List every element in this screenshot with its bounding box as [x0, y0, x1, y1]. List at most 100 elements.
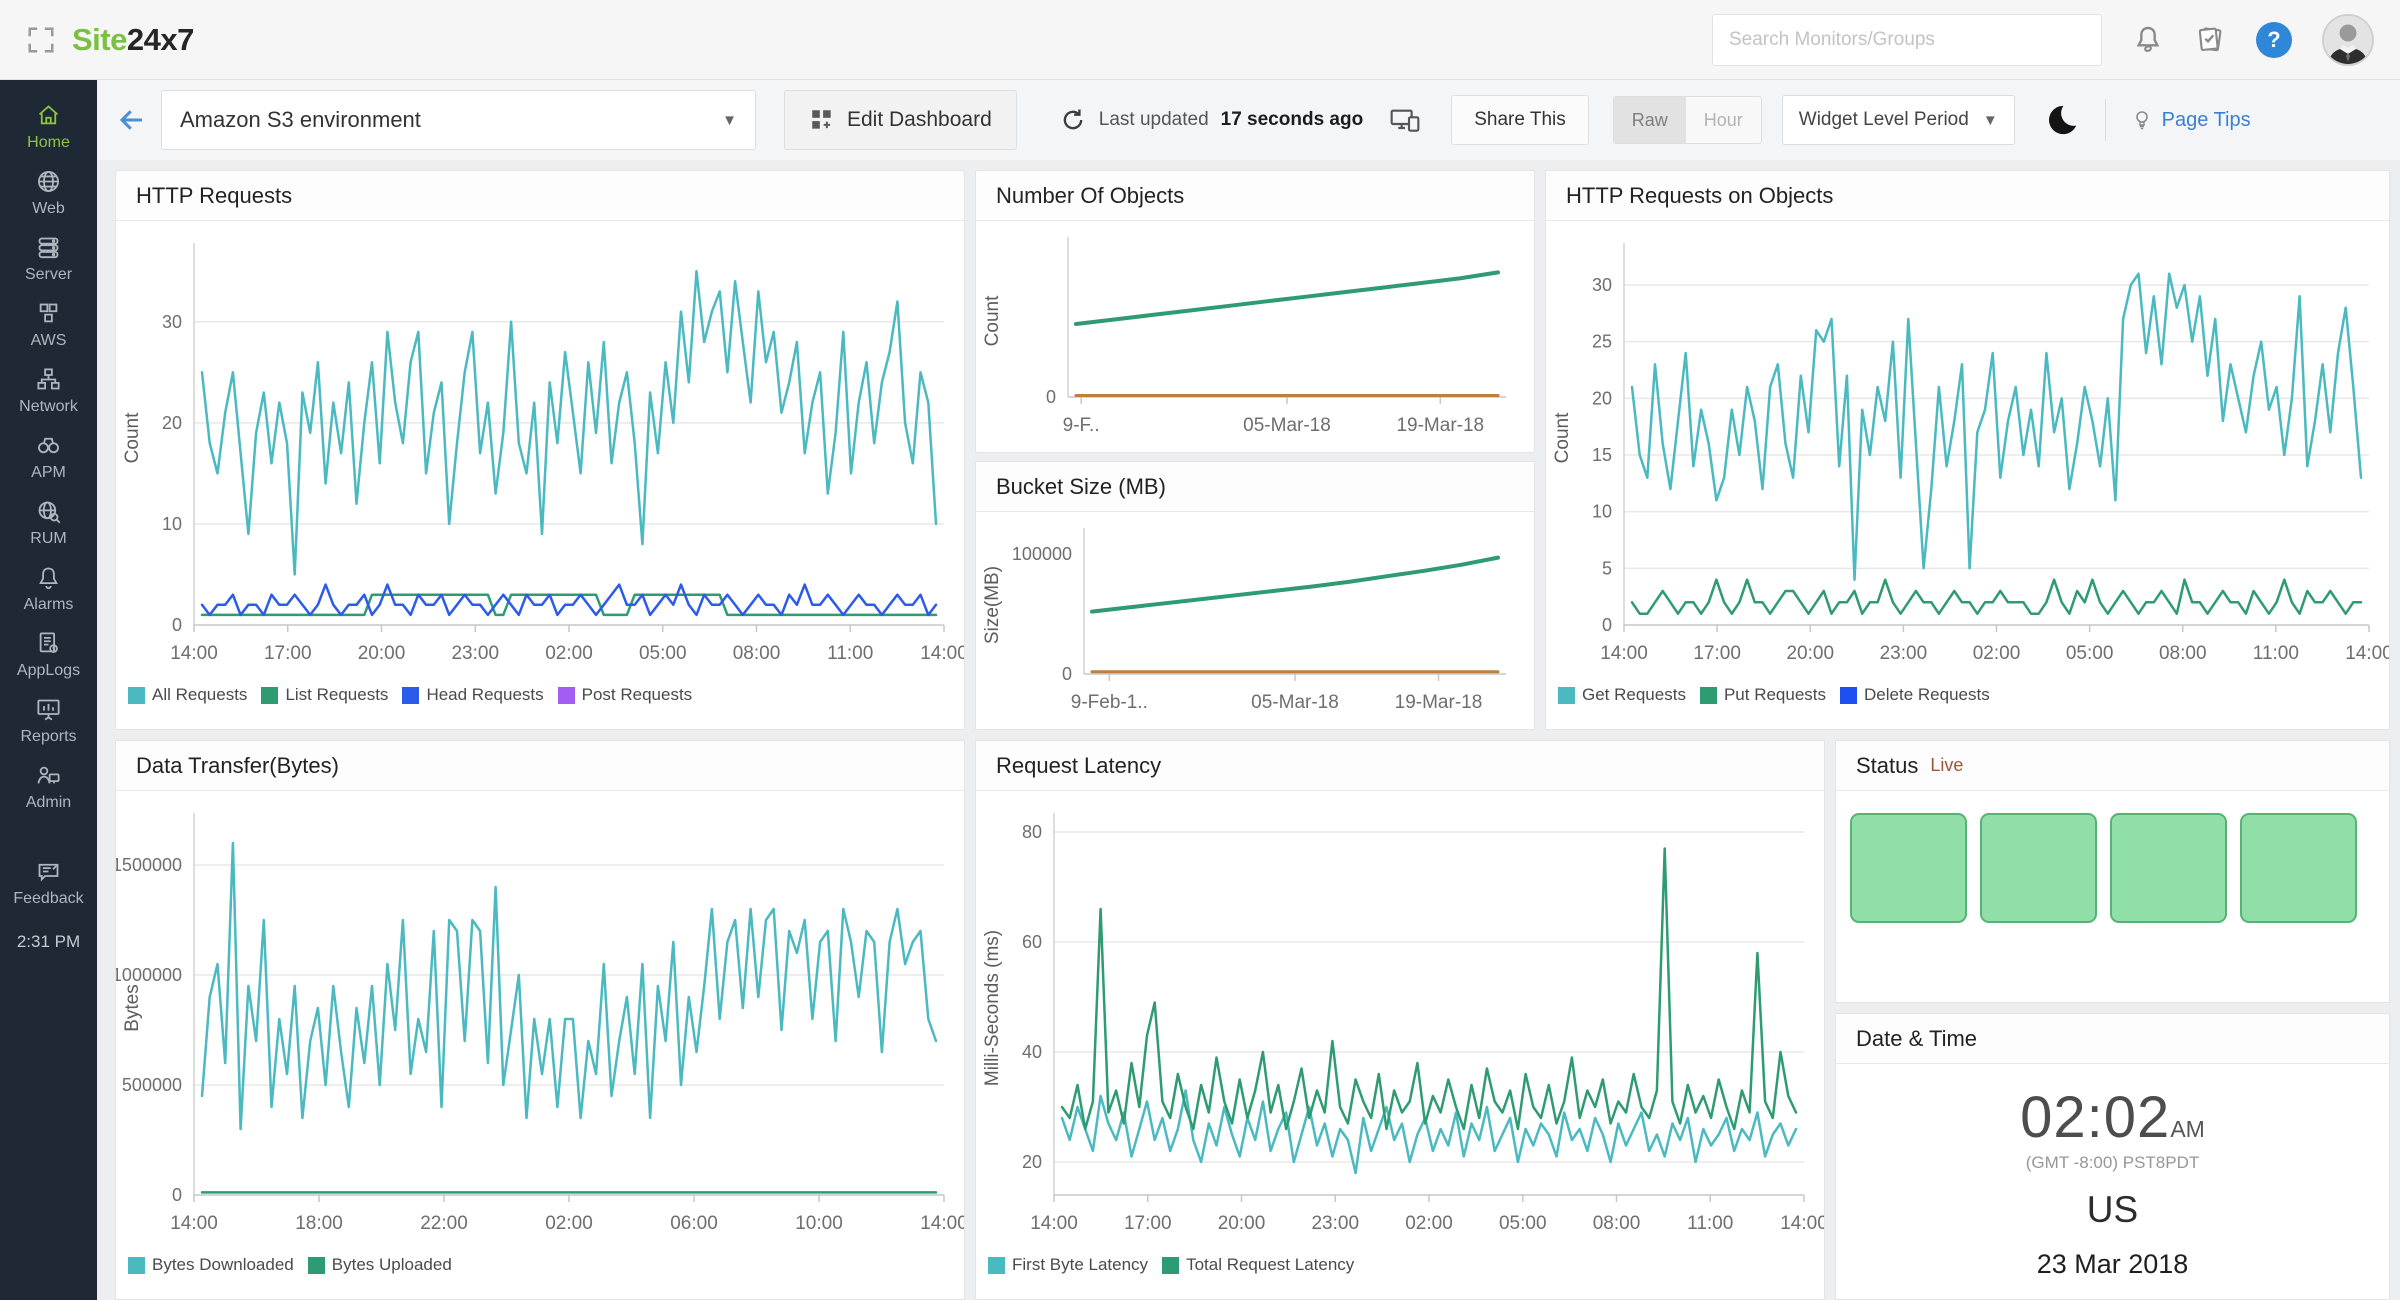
page-tips-link[interactable]: Page Tips [2130, 108, 2251, 132]
legend-item[interactable]: Put Requests [1700, 685, 1826, 705]
chart-legend: All Requests List Requests Head Requests Po… [116, 681, 964, 709]
timezone: (GMT -8:00) PST8PDT [1836, 1153, 2389, 1173]
legend-label: List Requests [285, 685, 388, 705]
svg-text:30: 30 [162, 312, 182, 332]
svg-text:02:00: 02:00 [1405, 1213, 1453, 1234]
legend-label: Put Requests [1724, 685, 1826, 705]
dark-mode-moon-icon[interactable] [2045, 103, 2079, 137]
legend-item[interactable]: Head Requests [402, 685, 543, 705]
widget-http-requests: HTTP Requests 0102030Count14:0017:0020:0… [115, 170, 965, 730]
devices-icon[interactable] [1389, 104, 1421, 136]
legend-label: Total Request Latency [1186, 1255, 1354, 1275]
legend-item[interactable]: Total Request Latency [1162, 1255, 1354, 1275]
feedback-icon [35, 858, 62, 885]
bucket-size-chart[interactable]: 0100000Size(MB)9-Feb-1..05-Mar-1819-Mar-… [976, 512, 1534, 726]
svg-text:17:00: 17:00 [1124, 1213, 1172, 1234]
sidebar-item-apm[interactable]: APM [0, 424, 97, 490]
status-box[interactable] [1980, 813, 2097, 923]
http-requests-on-objects-chart[interactable]: 051015202530Count14:0017:0020:0023:0002:… [1546, 221, 2389, 681]
legend-label: Get Requests [1582, 685, 1686, 705]
binoculars-icon [35, 432, 62, 459]
widget-title: HTTP Requests on Objects [1566, 183, 1833, 209]
back-arrow-icon[interactable] [117, 105, 147, 135]
legend-item[interactable]: First Byte Latency [988, 1255, 1148, 1275]
widget-bucket-size: Bucket Size (MB) 0100000Size(MB)9-Feb-1.… [975, 461, 1535, 730]
sidebar-item-aws[interactable]: AWS [0, 292, 97, 358]
notifications-bell-icon[interactable] [2132, 24, 2164, 56]
tasks-icon[interactable] [2194, 24, 2226, 56]
admin-icon [35, 762, 62, 789]
legend-item[interactable]: Get Requests [1558, 685, 1686, 705]
help-icon[interactable]: ? [2256, 22, 2292, 58]
status-box[interactable] [2110, 813, 2227, 923]
sidebar-item-home[interactable]: Home [0, 94, 97, 160]
legend-color-chip [988, 1257, 1005, 1274]
sidebar-item-alarms[interactable]: Alarms [0, 556, 97, 622]
status-box[interactable] [1850, 813, 1967, 923]
aws-cubes-icon [35, 300, 62, 327]
search-input[interactable] [1712, 14, 2102, 66]
svg-text:10: 10 [162, 514, 182, 534]
svg-text:Milli-Seconds (ms): Milli-Seconds (ms) [982, 930, 1003, 1086]
legend-item[interactable]: Delete Requests [1840, 685, 1990, 705]
http-requests-chart[interactable]: 0102030Count14:0017:0020:0023:0002:0005:… [116, 221, 964, 681]
widget-date-time: Date & Time 02:02AM (GMT -8:00) PST8PDT … [1835, 1013, 2390, 1300]
svg-text:0: 0 [1046, 387, 1056, 407]
dashboard-selector[interactable]: Amazon S3 environment ▼ [161, 90, 756, 150]
widget-title: Date & Time [1856, 1026, 1977, 1052]
request-latency-chart[interactable]: 20406080Milli-Seconds (ms)14:0017:0020:0… [976, 791, 1824, 1251]
svg-text:14:00: 14:00 [1030, 1213, 1078, 1234]
chevron-down-icon: ▼ [1983, 112, 1998, 129]
refresh-icon[interactable] [1059, 106, 1087, 134]
svg-text:17:00: 17:00 [264, 643, 312, 664]
sidebar-item-rum[interactable]: RUM [0, 490, 97, 556]
svg-text:14:00: 14:00 [920, 1213, 964, 1234]
sidebar-item-network[interactable]: Network [0, 358, 97, 424]
sidebar-item-reports[interactable]: Reports [0, 688, 97, 754]
chart-legend: Get Requests Put Requests Delete Requests [1546, 681, 2389, 709]
svg-text:60: 60 [1022, 932, 1042, 952]
svg-text:19-Mar-18: 19-Mar-18 [1396, 415, 1484, 436]
svg-text:Size(MB): Size(MB) [982, 566, 1003, 644]
legend-item[interactable]: List Requests [261, 685, 388, 705]
legend-color-chip [402, 687, 419, 704]
top-bar: Site24x7 ? [0, 0, 2400, 80]
home-icon [35, 102, 62, 129]
status-boxes [1836, 791, 2389, 945]
sidebar-item-admin[interactable]: Admin [0, 754, 97, 820]
legend-label: First Byte Latency [1012, 1255, 1148, 1275]
widget-title: Status [1856, 753, 1918, 779]
status-box[interactable] [2240, 813, 2357, 923]
sidebar-item-applogs[interactable]: AppLogs [0, 622, 97, 688]
sidebar-item-server[interactable]: Server [0, 226, 97, 292]
svg-text:08:00: 08:00 [2159, 643, 2207, 664]
sidebar-item-web[interactable]: Web [0, 160, 97, 226]
chart-legend: First Byte Latency Total Request Latency [976, 1251, 1824, 1279]
svg-text:23:00: 23:00 [1311, 1213, 1359, 1234]
expand-icon[interactable] [26, 25, 56, 55]
widget-level-period-select[interactable]: Widget Level Period ▼ [1782, 95, 2015, 145]
data-transfer-chart[interactable]: 050000010000001500000Bytes14:0018:0022:0… [116, 791, 964, 1251]
sidebar-item-feedback[interactable]: Feedback [0, 850, 97, 916]
svg-text:05:00: 05:00 [1499, 1213, 1547, 1234]
user-avatar[interactable] [2322, 14, 2374, 66]
legend-color-chip [128, 687, 145, 704]
raw-toggle[interactable]: Raw [1614, 97, 1686, 143]
legend-item[interactable]: Bytes Downloaded [128, 1255, 294, 1275]
svg-text:1500000: 1500000 [116, 855, 182, 875]
edit-dashboard-button[interactable]: Edit Dashboard [784, 90, 1017, 150]
widget-request-latency: Request Latency 20406080Milli-Seconds (m… [975, 740, 1825, 1300]
number-of-objects-chart[interactable]: 0Count9-F..05-Mar-1819-Mar-18 [976, 221, 1534, 449]
svg-text:Count: Count [1552, 412, 1573, 463]
legend-color-chip [128, 1257, 145, 1274]
site24x7-logo[interactable]: Site24x7 [72, 22, 194, 58]
legend-item[interactable]: Bytes Uploaded [308, 1255, 452, 1275]
hour-toggle[interactable]: Hour [1686, 97, 1761, 143]
legend-item[interactable]: Post Requests [558, 685, 693, 705]
widget-title: Number Of Objects [996, 183, 1184, 209]
legend-color-chip [1700, 687, 1717, 704]
legend-item[interactable]: All Requests [128, 685, 247, 705]
legend-color-chip [1162, 1257, 1179, 1274]
share-this-button[interactable]: Share This [1451, 95, 1589, 145]
svg-text:9-Feb-1..: 9-Feb-1.. [1071, 692, 1148, 713]
